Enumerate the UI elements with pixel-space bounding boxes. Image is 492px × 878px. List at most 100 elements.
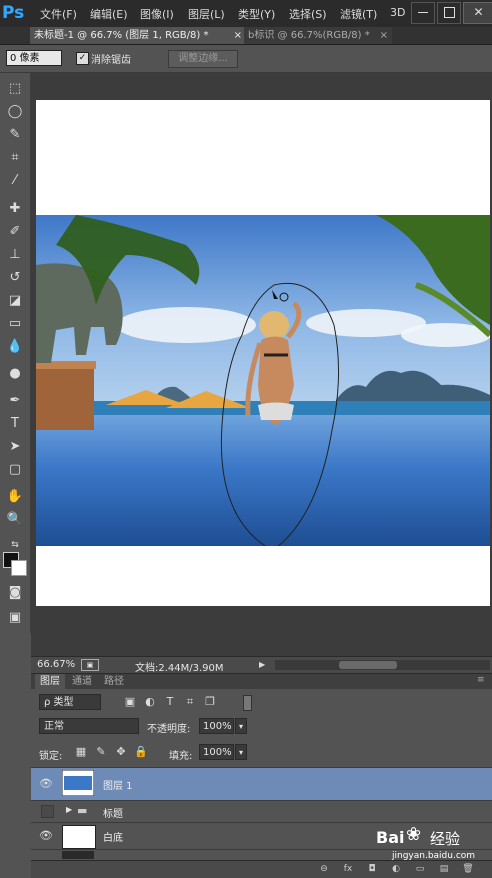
layer-name[interactable]: 白底 [103,829,123,844]
visibility-off-box[interactable] [41,805,54,818]
horizontal-scrollbar[interactable] [275,660,490,670]
fill-input[interactable]: 100% [199,744,234,760]
shape-filter-icon[interactable]: ⌗ [183,694,197,710]
fill-label: 填充: [169,751,193,762]
document-tabs: 未标题-1 @ 66.7% (图层 1, RGB/8) * × b标识 @ 66… [0,27,492,45]
menu-bar: Ps 文件(F) 编辑(E) 图像(I) 图层(L) 类型(Y) 选择(S) 滤… [0,0,492,27]
brush-icon[interactable]: ✐ [4,222,26,242]
panel-tabs: 图层 通道 路径 ≡ [31,674,492,689]
close-window-button[interactable]: ✕ [463,2,492,24]
scroll-thumb[interactable] [339,661,397,669]
menu-filter[interactable]: 滤镜(T) [340,6,377,22]
fx-icon[interactable]: fx [341,863,355,876]
folder-icon: ▬ [77,804,88,817]
lock-position-icon[interactable]: ✥ [113,744,129,760]
pen-icon[interactable]: ✒ [4,391,26,411]
blur-icon[interactable]: 💧 [4,337,26,357]
eye-icon[interactable]: 👁 [38,776,54,792]
screen-mode-icon[interactable]: ▣ [4,608,26,628]
clone-stamp-icon[interactable]: ⊥ [4,245,26,265]
quick-select-icon[interactable]: ✎ [4,125,26,145]
shape-icon[interactable]: ▢ [4,460,26,480]
layer-thumbnail [62,770,94,796]
menu-3d[interactable]: 3D [390,6,405,19]
filter-toggle[interactable] [243,695,252,711]
tab-label: b标识 @ 66.7%(RGB/8) * [248,30,370,41]
minimize-icon [418,12,428,13]
layer-name[interactable]: 图层 1 [103,777,133,792]
pool-photo[interactable] [36,215,490,546]
blend-mode-select[interactable]: 正常 [39,718,139,734]
maximize-button[interactable] [437,2,461,24]
tools-panel: ⬚ ◯ ✎ ⌗ ⁄ ✚ ✐ ⊥ ↺ ◪ ▭ 💧 ● ✒ T ➤ ▢ ✋ 🔍 ⇆ … [0,73,31,633]
feather-input[interactable]: 0 像素 [6,50,62,66]
opacity-label: 不透明度: [147,724,191,735]
lock-transparency-icon[interactable]: ▦ [73,744,89,760]
hand-icon[interactable]: ✋ [4,487,26,507]
gradient-icon[interactable]: ▭ [4,314,26,334]
history-brush-icon[interactable]: ↺ [4,268,26,288]
adjustment-filter-icon[interactable]: ◐ [143,694,157,710]
tab-close-icon[interactable]: × [380,27,388,44]
marquee-icon[interactable]: ⬚ [4,79,26,99]
lock-pixels-icon[interactable]: ✎ [93,744,109,760]
layer-name[interactable]: 标题 [103,805,123,820]
tab-paths[interactable]: 路径 [99,674,129,689]
eye-icon[interactable]: 👁 [38,828,54,844]
dodge-icon[interactable]: ● [4,364,26,384]
close-icon: ✕ [473,5,484,19]
eraser-icon[interactable]: ◪ [4,291,26,311]
menu-select[interactable]: 选择(S) [289,6,327,22]
menu-type[interactable]: 类型(Y) [238,6,275,22]
crop-icon[interactable]: ⌗ [4,148,26,168]
layer-row[interactable]: ▶ ▬ 标题 [31,800,492,822]
healing-brush-icon[interactable]: ✚ [4,199,26,219]
opacity-input[interactable]: 100% [199,718,234,734]
panel-menu-icon[interactable]: ≡ [477,675,485,685]
chevron-right-icon[interactable]: ▶ [66,805,72,814]
smart-object-filter-icon[interactable]: ❐ [203,694,217,710]
tab-channels[interactable]: 通道 [67,674,97,689]
tab-layers[interactable]: 图层 [35,674,65,689]
layer-thumbnail [62,851,94,859]
tab-label: 未标题-1 @ 66.7% (图层 1, RGB/8) * [34,30,209,41]
layer-filter-select[interactable]: ρ 类型 [39,694,101,710]
tab-close-icon[interactable]: × [234,27,242,44]
status-menu-arrow-icon[interactable]: ▶ [259,659,269,670]
proof-icon[interactable]: ▣ [81,659,99,671]
canvas-white-bottom [36,546,490,606]
bikini-bottom [258,402,294,420]
eyedropper-icon[interactable]: ⁄ [4,171,26,191]
woman-hair [259,311,289,339]
menu-layer[interactable]: 图层(L) [188,6,225,22]
background-color-swatch[interactable] [11,560,27,576]
refine-edge-button[interactable]: 调整边缘... [168,50,238,68]
quick-mask-icon[interactable]: ◙ [4,583,26,603]
path-select-icon[interactable]: ➤ [4,437,26,457]
maximize-icon [444,7,455,18]
paw-icon: ❀ [406,824,422,845]
menu-file[interactable]: 文件(F) [40,6,77,22]
pixel-filter-icon[interactable]: ▣ [123,694,137,710]
fill-dropdown-icon[interactable]: ▾ [235,744,247,760]
tab-document-2[interactable]: b标识 @ 66.7%(RGB/8) * × [244,27,392,44]
layer-thumbnail [62,825,96,849]
minimize-button[interactable] [411,2,435,24]
layer-row[interactable]: 👁 图层 1 [31,767,492,800]
antialias-checkbox[interactable]: ✓ [76,52,89,65]
watermark-brand: Bai [376,828,405,847]
options-bar: 0 像素 ✓ 消除锯齿 调整边缘... [0,45,492,73]
type-filter-icon[interactable]: T [163,694,177,710]
tab-document-1[interactable]: 未标题-1 @ 66.7% (图层 1, RGB/8) * × [30,27,246,44]
type-icon[interactable]: T [4,414,26,434]
status-bar: 66.67% ▣ 文档:2.44M/3.90M ▶ [31,656,492,674]
zoom-icon[interactable]: 🔍 [4,510,26,530]
opacity-dropdown-icon[interactable]: ▾ [235,718,247,734]
watermark-url: jingyan.baidu.com [392,851,476,861]
zoom-level[interactable]: 66.67% [37,659,75,670]
menu-image[interactable]: 图像(I) [140,6,174,22]
link-layers-icon[interactable]: ⊖ [317,863,331,876]
lock-all-icon[interactable]: 🔒 [133,744,149,760]
menu-edit[interactable]: 编辑(E) [90,6,128,22]
lasso-icon[interactable]: ◯ [4,102,26,122]
